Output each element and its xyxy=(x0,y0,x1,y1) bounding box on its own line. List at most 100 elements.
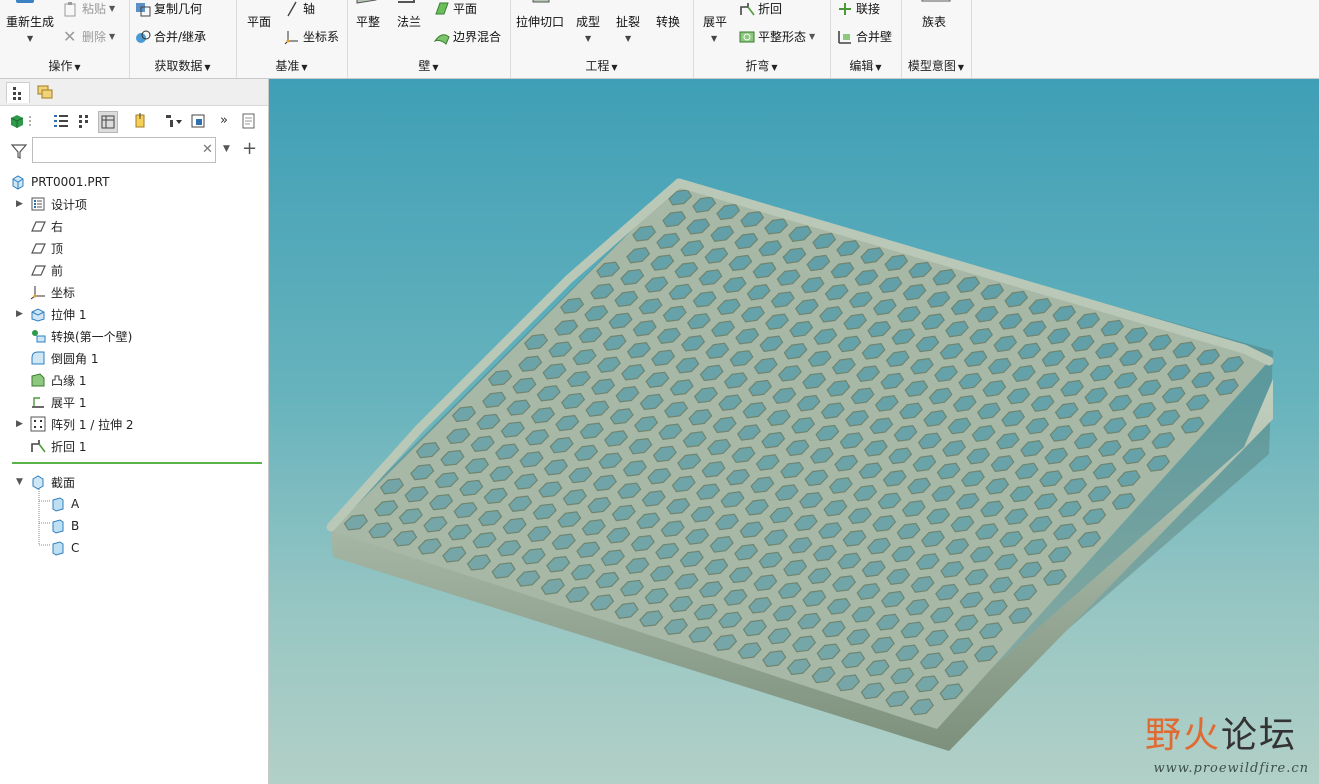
tree-search-input[interactable] xyxy=(32,137,216,163)
tree-filter-settings-button[interactable] xyxy=(132,111,150,131)
graphics-viewport[interactable]: 野火论坛 www.proewildfire.cn xyxy=(269,79,1319,784)
honeycomb-sheet-model[interactable] xyxy=(269,79,1319,784)
group-label-bend[interactable]: 折弯 ▼ xyxy=(693,57,830,74)
collapse-arrow-icon[interactable]: ▼ xyxy=(16,477,23,487)
extrude-cut-button[interactable]: 拉伸切口 xyxy=(516,13,564,30)
unbend-dropdown-icon[interactable]: ▼ xyxy=(711,34,717,43)
tree-item-right-plane[interactable]: 右 xyxy=(30,215,63,237)
form-button[interactable]: 成型 xyxy=(576,13,600,30)
rip-dropdown-icon[interactable]: ▼ xyxy=(625,34,631,43)
tree-item-label: C xyxy=(71,541,80,555)
csys-button[interactable]: 坐标系 xyxy=(284,28,339,45)
tree-item-section-a[interactable]: A xyxy=(50,493,79,515)
planar-icon xyxy=(434,1,450,17)
tree-item-unbend-1[interactable]: 展平 1 xyxy=(30,391,86,413)
tree-item-front-plane[interactable]: 前 xyxy=(30,259,63,281)
ribbon: 重新生成 ▼ 粘贴 ▼ ✕ 删除 ▼ 操作 ▼ 复制几何 合并/继承 获取数据 … xyxy=(0,0,1319,79)
planar-button[interactable]: 平面 xyxy=(434,0,477,17)
form-dropdown-icon[interactable]: ▼ xyxy=(585,34,591,43)
flange-icon xyxy=(396,0,418,4)
group-label-model-intent[interactable]: 模型意图 ▼ xyxy=(901,57,971,74)
clear-search-icon[interactable]: ✕ xyxy=(202,142,213,157)
paste-button[interactable]: 粘贴 ▼ xyxy=(63,0,115,17)
tree-item-label: 前 xyxy=(51,263,64,278)
tab-model-tree[interactable] xyxy=(6,82,30,103)
tree-item-csys[interactable]: 坐标 xyxy=(30,281,75,303)
flatten-form-button[interactable]: 平整形态 ▼ xyxy=(739,28,815,45)
expand-arrow-icon[interactable]: ▶ xyxy=(16,309,23,319)
filter-icon[interactable] xyxy=(10,142,28,160)
part-display-button[interactable] xyxy=(8,111,26,131)
table-columns-icon xyxy=(101,115,115,129)
tree-columns-button[interactable] xyxy=(98,111,118,133)
merge-walls-icon xyxy=(837,29,853,45)
copy-geometry-icon xyxy=(135,1,151,17)
group-label-edit[interactable]: 编辑 ▼ xyxy=(830,57,901,74)
merge-inherit-button[interactable]: 合并/继承 xyxy=(135,28,206,45)
axis-button[interactable]: 轴 xyxy=(284,0,315,17)
tab-layer-tree[interactable] xyxy=(34,82,56,102)
show-button[interactable] xyxy=(164,111,188,131)
expand-arrow-icon[interactable]: ▶ xyxy=(16,419,23,429)
more-tools-icon[interactable]: » xyxy=(220,111,238,131)
group-label-get-data[interactable]: 获取数据 ▼ xyxy=(129,57,236,74)
flatten-form-dropdown-icon[interactable]: ▼ xyxy=(809,32,815,41)
tree-item-design-items[interactable]: 设计项 xyxy=(30,193,87,215)
regenerate-icon xyxy=(14,0,36,5)
cube-icon xyxy=(10,115,24,128)
join-button[interactable]: 联接 xyxy=(837,0,880,17)
paste-label: 粘贴 xyxy=(82,2,107,16)
tree-show-icon xyxy=(166,115,182,127)
flange-icon xyxy=(30,372,46,388)
group-operations: 重新生成 ▼ 粘贴 ▼ ✕ 删除 ▼ 操作 ▼ xyxy=(0,0,130,78)
delete-button[interactable]: ✕ 删除 ▼ xyxy=(63,28,115,45)
regenerate-label: 重新生成 xyxy=(6,15,55,29)
tree-root[interactable]: PRT0001.PRT xyxy=(10,171,109,193)
insert-here-marker[interactable] xyxy=(12,462,262,464)
tree-item-sections[interactable]: 截面 xyxy=(30,471,75,493)
unbend-button[interactable]: 展平 xyxy=(703,13,727,30)
flat-wall-button[interactable]: 平整 xyxy=(356,13,380,30)
regenerate-dropdown-icon[interactable]: ▼ xyxy=(27,34,33,43)
datum-plane-button[interactable]: 平面 xyxy=(247,13,271,30)
delete-label: 删除 xyxy=(82,30,107,44)
regenerate-button[interactable]: 重新生成 xyxy=(6,13,54,30)
expand-all-button[interactable] xyxy=(52,111,70,131)
tree-settings-icon xyxy=(191,114,205,128)
tree-item-top-plane[interactable]: 顶 xyxy=(30,237,63,259)
add-filter-icon[interactable]: + xyxy=(242,138,257,159)
expand-arrow-icon[interactable]: ▶ xyxy=(16,199,23,209)
boundary-blend-button[interactable]: 边界混合 xyxy=(433,28,501,45)
tree-item-section-b[interactable]: B xyxy=(50,515,79,537)
tree-item-convert[interactable]: 转换(第一个壁) xyxy=(30,325,132,347)
bend-back-button[interactable]: 折回 xyxy=(739,0,782,17)
family-table-button[interactable]: 族表 xyxy=(922,13,946,30)
tree-settings-button[interactable] xyxy=(190,111,208,131)
delete-dropdown-icon[interactable]: ▼ xyxy=(109,32,115,41)
tree-item-pattern-1[interactable]: 阵列 1 / 拉伸 2 xyxy=(30,413,134,435)
family-table-label: 族表 xyxy=(922,15,947,29)
copy-geometry-label: 复制几何 xyxy=(154,2,203,16)
properties-button[interactable] xyxy=(240,111,258,131)
copy-geometry-button[interactable]: 复制几何 xyxy=(135,0,202,17)
csys-label: 坐标系 xyxy=(303,30,340,44)
collapse-all-button[interactable] xyxy=(74,111,92,131)
convert-button[interactable]: 转换 xyxy=(656,13,680,30)
join-icon xyxy=(837,1,853,17)
tree-item-section-c[interactable]: C xyxy=(50,537,79,559)
search-dropdown-icon[interactable]: ▼ xyxy=(223,144,230,154)
tree-item-round-1[interactable]: 倒圆角 1 xyxy=(30,347,98,369)
tree-item-flange-1[interactable]: 凸缘 1 xyxy=(30,369,86,391)
part-icon xyxy=(10,174,26,190)
rip-button[interactable]: 扯裂 xyxy=(616,13,640,30)
paste-dropdown-icon[interactable]: ▼ xyxy=(109,4,115,13)
merge-walls-button[interactable]: 合并壁 xyxy=(837,28,892,45)
flange-button[interactable]: 法兰 xyxy=(397,13,421,30)
group-label-operations[interactable]: 操作 ▼ xyxy=(0,57,129,74)
tree-item-label: 展平 1 xyxy=(51,395,87,410)
group-label-datum[interactable]: 基准 ▼ xyxy=(236,57,347,74)
tree-item-bend-back-1[interactable]: 折回 1 xyxy=(30,435,86,457)
group-label-engineering[interactable]: 工程 ▼ xyxy=(510,57,693,74)
group-label-wall[interactable]: 壁 ▼ xyxy=(347,57,510,74)
tree-item-extrude-1[interactable]: 拉伸 1 xyxy=(30,303,86,325)
